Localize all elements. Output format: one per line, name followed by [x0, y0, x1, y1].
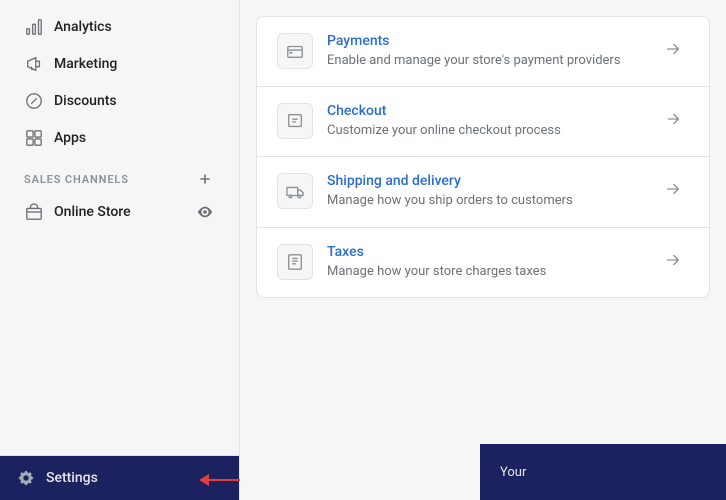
taxes-desc: Manage how your store charges taxes	[327, 263, 645, 281]
arrow-head	[199, 474, 209, 486]
add-sales-channel-icon[interactable]	[195, 169, 215, 189]
settings-row-checkout[interactable]: Checkout Customize your online checkout …	[257, 87, 709, 157]
sidebar-item-discounts[interactable]: Discounts	[8, 83, 231, 119]
shipping-icon	[277, 173, 313, 209]
payments-desc: Enable and manage your store's payment p…	[327, 52, 645, 70]
taxes-left: Taxes Manage how your store charges taxe…	[277, 244, 645, 281]
settings-label: Settings	[46, 470, 98, 486]
sidebar-item-online-store-label: Online Store	[54, 204, 131, 220]
payments-left: Payments Enable and manage your store's …	[277, 33, 645, 70]
taxes-icon	[277, 244, 313, 280]
sidebar-item-apps[interactable]: Apps	[8, 120, 231, 156]
marketing-icon	[24, 54, 44, 74]
online-store-view-icon[interactable]	[195, 202, 215, 222]
bottom-bar: Your	[480, 444, 726, 500]
settings-row-taxes[interactable]: Taxes Manage how your store charges taxe…	[257, 228, 709, 297]
payments-action-icon	[657, 33, 689, 65]
sidebar: Analytics Marketing Discounts	[0, 0, 240, 500]
checkout-title[interactable]: Checkout	[327, 103, 645, 119]
sidebar-nav: Analytics Marketing Discounts	[0, 0, 239, 455]
analytics-icon	[24, 17, 44, 37]
sales-channels-label: Sales Channels	[24, 173, 129, 186]
main-area: Payments Enable and manage your store's …	[240, 0, 726, 500]
bottom-bar-text: Your	[500, 465, 526, 480]
taxes-title[interactable]: Taxes	[327, 244, 645, 260]
shipping-text: Shipping and delivery Manage how you shi…	[327, 173, 645, 210]
shipping-title[interactable]: Shipping and delivery	[327, 173, 645, 189]
sales-channels-section: Sales Channels	[0, 157, 239, 193]
taxes-action-icon	[657, 244, 689, 276]
checkout-icon	[277, 103, 313, 139]
settings-row-shipping[interactable]: Shipping and delivery Manage how you shi…	[257, 157, 709, 227]
sidebar-item-apps-label: Apps	[54, 130, 86, 146]
main-content: Payments Enable and manage your store's …	[240, 0, 726, 500]
online-store-icon	[24, 202, 44, 222]
sidebar-item-analytics[interactable]: Analytics	[8, 9, 231, 45]
sidebar-item-online-store[interactable]: Online Store	[8, 194, 231, 230]
payments-title[interactable]: Payments	[327, 33, 645, 49]
checkout-action-icon	[657, 103, 689, 135]
checkout-desc: Customize your online checkout process	[327, 122, 645, 140]
taxes-text: Taxes Manage how your store charges taxe…	[327, 244, 645, 281]
payments-icon	[277, 33, 313, 69]
shipping-left: Shipping and delivery Manage how you shi…	[277, 173, 645, 210]
online-store-left: Online Store	[24, 202, 131, 222]
checkout-text: Checkout Customize your online checkout …	[327, 103, 645, 140]
settings-row-payments[interactable]: Payments Enable and manage your store's …	[257, 17, 709, 87]
discounts-icon	[24, 91, 44, 111]
sidebar-item-marketing[interactable]: Marketing	[8, 46, 231, 82]
settings-card: Payments Enable and manage your store's …	[256, 16, 710, 298]
shipping-desc: Manage how you ship orders to customers	[327, 192, 645, 210]
checkout-left: Checkout Customize your online checkout …	[277, 103, 645, 140]
sidebar-item-discounts-label: Discounts	[54, 93, 117, 109]
sidebar-item-marketing-label: Marketing	[54, 56, 117, 72]
shipping-action-icon	[657, 173, 689, 205]
payments-text: Payments Enable and manage your store's …	[327, 33, 645, 70]
settings-gear-icon	[16, 468, 36, 488]
sidebar-item-analytics-label: Analytics	[54, 19, 112, 35]
apps-icon	[24, 128, 44, 148]
